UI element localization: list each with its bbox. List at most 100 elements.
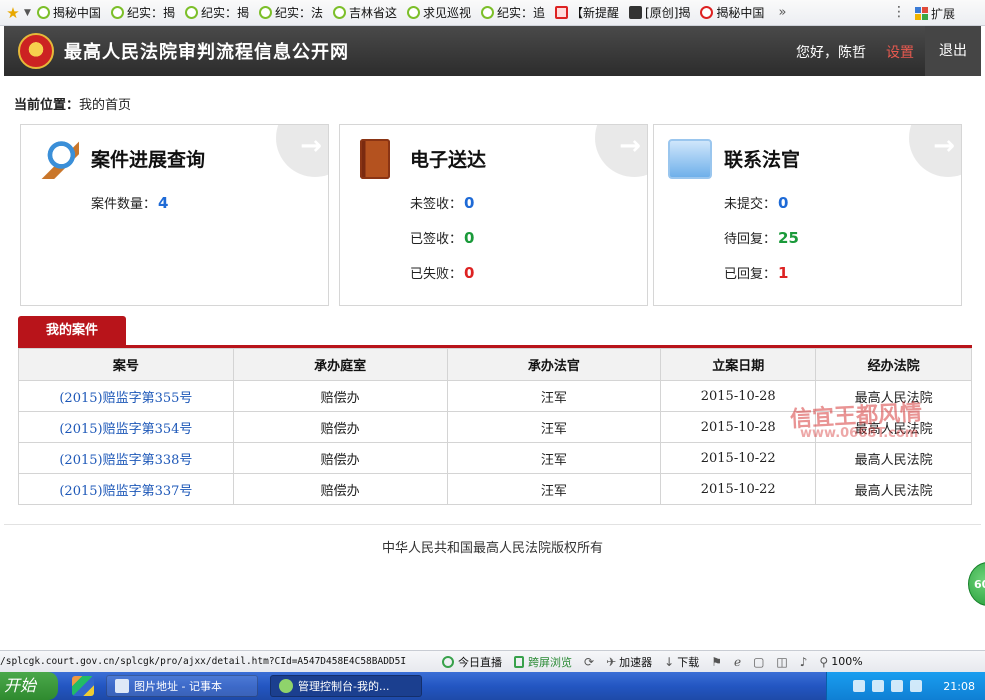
accelerator-button[interactable]: ✈ 加速器 bbox=[606, 654, 652, 670]
case-number-link[interactable]: (2015)赔监字第355号 bbox=[59, 391, 192, 406]
card-row: 已回复： 1 bbox=[724, 264, 789, 282]
table-cell: 汪军 bbox=[446, 380, 662, 412]
card-row: 未提交： 0 bbox=[724, 194, 789, 212]
keyboard-icon[interactable] bbox=[853, 680, 866, 692]
loading-circle-icon bbox=[110, 6, 124, 19]
favorite-item[interactable]: 求见巡视 bbox=[407, 4, 471, 21]
speaker-icon[interactable]: ♪ bbox=[800, 655, 808, 669]
download-button[interactable]: ↓ 下载 bbox=[664, 654, 699, 670]
favorite-item[interactable]: 吉林省这 bbox=[332, 4, 397, 21]
favorite-item[interactable]: 纪实：追 bbox=[481, 4, 545, 21]
window-icon[interactable]: ▢ bbox=[753, 655, 764, 669]
site-title: 最高人民法院审判流程信息公开网 bbox=[64, 42, 349, 63]
quicklaunch-app-icon[interactable] bbox=[72, 676, 94, 696]
breadcrumb: 当前位置：我的首页 bbox=[14, 94, 131, 113]
rocket-icon: ✈ bbox=[606, 654, 617, 669]
column-header: 承办庭室 bbox=[232, 348, 448, 381]
favorite-item[interactable]: 【新提醒 bbox=[555, 4, 619, 21]
extensions-icon bbox=[915, 7, 928, 20]
weibo-icon bbox=[700, 6, 714, 19]
taskbar-item-browser[interactable]: 管理控制台-我的... bbox=[270, 675, 422, 697]
pending-reply-value[interactable]: 25 bbox=[778, 229, 799, 247]
case-number-link[interactable]: (2015)赔监字第354号 bbox=[59, 422, 192, 437]
e-delivery-card[interactable]: → 电子送达 未签收： 0 已签收： 0 已失败： 0 bbox=[339, 124, 648, 306]
breadcrumb-label: 当前位置： bbox=[14, 98, 80, 113]
favorite-item[interactable]: 揭秘中国 bbox=[700, 4, 764, 21]
table-row: (2015)赔监字第338号 赔偿办 汪军 2015-10-22 最高人民法院 bbox=[18, 442, 972, 474]
card-row: 已失败： 0 bbox=[410, 264, 475, 282]
cross-screen-button[interactable]: 跨屏浏览 bbox=[514, 654, 572, 670]
loading-circle-icon bbox=[407, 6, 420, 19]
ie-icon[interactable]: ℯ bbox=[734, 655, 741, 669]
table-cell: 最高人民法院 bbox=[815, 473, 972, 505]
table-header-row: 案号 承办庭室 承办法官 立案日期 经办法院 bbox=[18, 348, 972, 381]
favorite-item[interactable]: 揭秘中国 bbox=[36, 4, 101, 21]
breadcrumb-current: 我的首页 bbox=[79, 98, 132, 113]
table-cell: 赔偿办 bbox=[232, 442, 448, 474]
card-title: 联系法官 bbox=[724, 149, 801, 171]
table-row: (2015)赔监字第337号 赔偿办 汪军 2015-10-22 最高人民法院 bbox=[18, 473, 972, 505]
table-cell: 赔偿办 bbox=[232, 411, 448, 443]
network-icon[interactable] bbox=[891, 680, 904, 692]
zoom-control[interactable]: ⚲ 100% bbox=[819, 655, 862, 669]
shield-icon[interactable] bbox=[872, 680, 885, 692]
chevron-down-icon[interactable]: ▼ bbox=[24, 8, 31, 18]
logout-button[interactable]: 退出 bbox=[925, 26, 981, 76]
favorite-item[interactable]: 纪实：揭 bbox=[184, 4, 249, 21]
taskbar-item-notepad[interactable]: 图片地址 - 记事本 bbox=[106, 675, 258, 697]
loading-circle-icon bbox=[332, 6, 346, 19]
refresh-icon[interactable]: ⟳ bbox=[584, 655, 594, 669]
court-emblem-icon bbox=[18, 33, 54, 69]
footer-copyright: 中华人民共和国最高人民法院版权所有 bbox=[381, 541, 603, 556]
footer-divider bbox=[4, 524, 981, 525]
favorite-item[interactable]: [原创]揭 bbox=[629, 4, 690, 21]
browser-status-bar: /splcgk.court.gov.cn/splcgk/pro/ajxx/det… bbox=[0, 650, 985, 672]
card-row: 未签收： 0 bbox=[410, 194, 475, 212]
watermark-url: www.0668T.com bbox=[800, 426, 919, 441]
loading-circle-icon bbox=[184, 6, 198, 19]
flag-icon[interactable]: ⚑ bbox=[711, 655, 722, 669]
case-count-value[interactable]: 4 bbox=[158, 194, 168, 212]
favorite-item[interactable]: 纪实：法 bbox=[258, 4, 323, 21]
extensions-button[interactable]: 扩展 bbox=[915, 5, 955, 22]
split-icon[interactable]: ◫ bbox=[776, 655, 787, 669]
arrow-right-icon[interactable]: → bbox=[619, 133, 641, 159]
loading-circle-icon bbox=[481, 6, 495, 19]
law-book-icon bbox=[360, 139, 390, 179]
unsubmitted-value[interactable]: 0 bbox=[778, 194, 788, 212]
live-button[interactable]: 今日直播 bbox=[442, 654, 502, 670]
replied-value[interactable]: 1 bbox=[778, 264, 788, 282]
arrow-right-icon[interactable]: → bbox=[300, 133, 322, 159]
floating-badge[interactable]: 60 bbox=[968, 562, 985, 606]
case-number-link[interactable]: (2015)赔监字第338号 bbox=[59, 453, 192, 468]
table-cell: 2015-10-22 bbox=[660, 473, 817, 505]
arrow-right-icon[interactable]: → bbox=[933, 133, 955, 159]
loading-circle-icon bbox=[36, 6, 50, 19]
contact-judge-card[interactable]: → 联系法官 未提交： 0 待回复： 25 已回复： 1 bbox=[653, 124, 962, 306]
favorites-bar: ★ ▼ 揭秘中国 纪实：揭 纪实：揭 纪实：法 吉林省这 求见巡视 纪实：追 【… bbox=[0, 0, 985, 26]
start-button[interactable]: 开始 bbox=[0, 672, 58, 700]
case-number-link[interactable]: (2015)赔监字第337号 bbox=[59, 484, 192, 499]
card-title: 电子送达 bbox=[410, 149, 487, 171]
column-header: 承办法官 bbox=[446, 348, 662, 381]
news-icon bbox=[555, 6, 569, 19]
failed-value[interactable]: 0 bbox=[464, 264, 474, 282]
more-favorites-button[interactable]: » bbox=[778, 5, 786, 20]
table-cell: 汪军 bbox=[446, 411, 662, 443]
unsigned-value[interactable]: 0 bbox=[464, 194, 474, 212]
case-progress-card[interactable]: → 案件进展查询 案件数量： 4 bbox=[20, 124, 329, 306]
system-tray: 21:08 bbox=[826, 672, 985, 700]
favorite-item[interactable]: 纪实：揭 bbox=[110, 4, 175, 21]
favorites-star-icon[interactable]: ★ bbox=[4, 4, 22, 22]
clock[interactable]: 21:08 bbox=[943, 680, 975, 693]
table-cell: 汪军 bbox=[446, 473, 662, 505]
settings-link[interactable]: 设置 bbox=[886, 42, 914, 62]
column-header: 经办法院 bbox=[815, 348, 972, 381]
menu-dots-icon[interactable]: ⋮ bbox=[892, 4, 906, 20]
volume-icon[interactable] bbox=[910, 680, 923, 692]
windows-taskbar: 开始 图片地址 - 记事本 管理控制台-我的... 21:08 bbox=[0, 672, 985, 700]
tab-my-cases[interactable]: 我的案件 bbox=[18, 316, 126, 348]
search-icon bbox=[35, 139, 79, 179]
magnifier-icon: ⚲ bbox=[819, 654, 829, 669]
signed-value[interactable]: 0 bbox=[464, 229, 474, 247]
